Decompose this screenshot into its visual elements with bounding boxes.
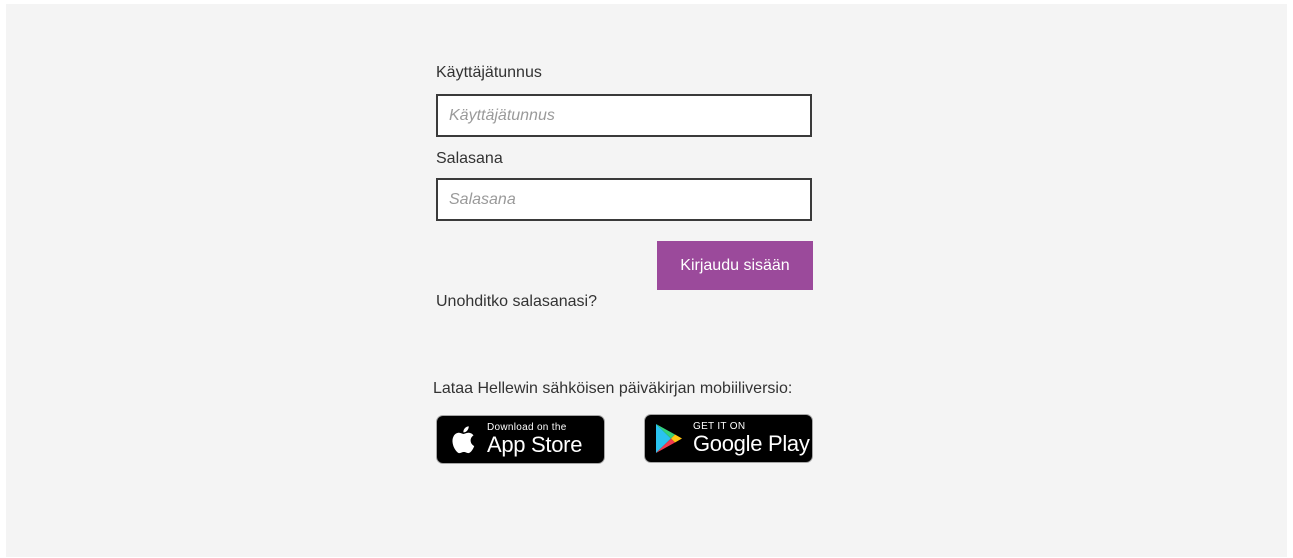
google-play-icon <box>645 423 693 454</box>
apple-icon <box>437 424 487 455</box>
google-play-badge[interactable]: GET IT ON Google Play <box>644 414 813 463</box>
username-input[interactable] <box>436 94 812 137</box>
login-button[interactable]: Kirjaudu sisään <box>657 241 813 290</box>
google-play-text: GET IT ON Google Play <box>693 422 810 455</box>
page-background: Käyttäjätunnus Salasana Kirjaudu sisään … <box>6 4 1287 557</box>
app-store-text: Download on the App Store <box>487 423 582 456</box>
password-label: Salasana <box>436 150 503 167</box>
google-play-big-text: Google Play <box>693 431 810 456</box>
mobile-download-text: Lataa Hellewin sähköisen päiväkirjan mob… <box>433 380 793 397</box>
username-label: Käyttäjätunnus <box>436 64 542 81</box>
app-store-big-text: App Store <box>487 432 583 457</box>
forgot-password-link[interactable]: Unohditko salasanasi? <box>436 293 597 311</box>
password-input[interactable] <box>436 178 812 221</box>
app-store-badge[interactable]: Download on the App Store <box>436 415 605 464</box>
